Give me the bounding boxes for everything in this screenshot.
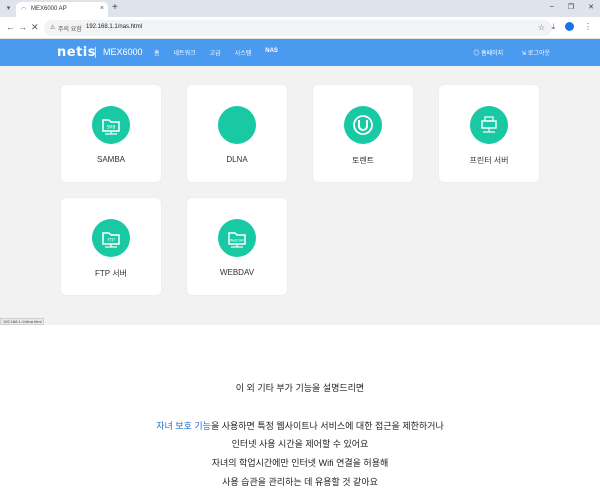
card-label: WEBDAV bbox=[219, 268, 255, 277]
new-tab-icon[interactable]: + bbox=[112, 2, 118, 13]
more-menu-icon[interactable]: ⋮ bbox=[584, 22, 592, 32]
security-label: 주의 요함 bbox=[58, 27, 82, 33]
nav-item-advanced[interactable]: 고급 bbox=[210, 48, 221, 57]
webdav-folder-icon: WebDAV bbox=[218, 219, 256, 257]
link-status-bar: 192.168.1.1/dlna.html bbox=[0, 318, 45, 325]
article-line-1: 이 외 기타 부가 기능을 설명드리면 bbox=[235, 383, 365, 393]
homepage-label: 홈페이지 bbox=[481, 51, 504, 57]
tab-title: MEX6000 AP bbox=[31, 6, 67, 12]
article-line-4: 자녀의 학업시간에만 인터넷 Wifi 연결을 허용해 bbox=[211, 458, 389, 468]
card-printer[interactable]: 프린터 서버 bbox=[439, 85, 539, 182]
logo-divider bbox=[95, 47, 96, 58]
ftp-folder-icon: FTP bbox=[92, 219, 130, 257]
dlna-icon bbox=[218, 106, 256, 144]
card-label: SAMBA bbox=[96, 155, 125, 164]
browser-toolbar: ← → ✕ ⚠ 주의 요함 192.168.1.1/nas.html ☆ ⤓ ⋮ bbox=[0, 17, 600, 39]
nav-item-nas[interactable]: NAS bbox=[265, 48, 278, 57]
router-page: netis MEX6000 홈 네트워크 고급 시스템 NAS ◎ 홈페이지 ⇲… bbox=[0, 39, 600, 325]
warning-icon: ⚠ bbox=[50, 25, 56, 31]
card-ftp[interactable]: FTP FTP 서버 bbox=[61, 198, 161, 295]
highlight-text: 자녀 보호 기능 bbox=[156, 421, 211, 431]
logout-icon: ⇲ bbox=[521, 51, 528, 57]
download-icon[interactable]: ⤓ bbox=[551, 22, 555, 32]
wifi-favicon-icon: ◠ bbox=[21, 7, 27, 13]
profile-avatar[interactable] bbox=[565, 22, 574, 31]
forward-icon[interactable]: → bbox=[18, 22, 27, 32]
tab-strip: ▾ ◠ MEX6000 AP × + – ❐ ✕ bbox=[0, 0, 600, 17]
tab-close-icon[interactable]: × bbox=[100, 5, 104, 12]
svg-text:SMB: SMB bbox=[107, 125, 116, 130]
card-label: FTP 서버 bbox=[95, 269, 127, 278]
browser-tab[interactable]: ◠ MEX6000 AP × bbox=[16, 2, 108, 17]
article-text: 이 외 기타 부가 기능을 설명드리면 자녀 보호 기능을 사용하면 특정 웹사… bbox=[0, 325, 600, 493]
homepage-link[interactable]: ◎ 홈페이지 bbox=[473, 48, 503, 57]
nav-item-system[interactable]: 시스템 bbox=[235, 48, 252, 57]
article-line-3: 인터넷 사용 시간을 제어할 수 있어요 bbox=[231, 439, 369, 449]
browser-window: ▾ ◠ MEX6000 AP × + – ❐ ✕ ← → ✕ ⚠ 주의 요함 1… bbox=[0, 0, 600, 325]
article-line-2: 자녀 보호 기능을 사용하면 특정 웹사이트나 서비스에 대한 접근을 제한하거… bbox=[0, 419, 600, 432]
logout-label: 로그아웃 bbox=[527, 51, 550, 57]
address-bar[interactable]: ⚠ 주의 요함 192.168.1.1/nas.html ☆ bbox=[44, 20, 552, 36]
svg-text:FTP: FTP bbox=[107, 238, 115, 243]
globe-icon: ◎ bbox=[473, 51, 482, 57]
restore-icon[interactable]: ❐ bbox=[568, 3, 574, 11]
minimize-icon[interactable]: – bbox=[550, 3, 554, 11]
card-label: 토렌트 bbox=[351, 156, 375, 165]
article-line-2-rest: 을 사용하면 특정 웹사이트나 서비스에 대한 접근을 제한하거나 bbox=[210, 421, 444, 431]
main-nav: 홈 네트워크 고급 시스템 NAS bbox=[154, 48, 278, 57]
card-torrent[interactable]: 토렌트 bbox=[313, 85, 413, 182]
nav-item-home[interactable]: 홈 bbox=[154, 48, 160, 57]
model-name: MEX6000 bbox=[103, 47, 143, 57]
logout-link[interactable]: ⇲ 로그아웃 bbox=[521, 48, 550, 57]
toolbar-actions: ⤓ ⋮ bbox=[551, 22, 592, 32]
router-header: netis MEX6000 홈 네트워크 고급 시스템 NAS ◎ 홈페이지 ⇲… bbox=[0, 39, 600, 66]
article-line-5: 사용 습관을 관리하는 데 유용할 것 같아요 bbox=[222, 477, 378, 487]
header-links: ◎ 홈페이지 ⇲ 로그아웃 bbox=[473, 48, 550, 57]
tab-search-icon[interactable]: ▾ bbox=[3, 3, 14, 14]
card-webdav[interactable]: WebDAV WEBDAV bbox=[187, 198, 287, 295]
samba-folder-icon: SMB bbox=[92, 106, 130, 144]
nav-item-network[interactable]: 네트워크 bbox=[174, 48, 196, 57]
svg-text:WebDAV: WebDAV bbox=[230, 239, 245, 243]
torrent-icon bbox=[344, 106, 382, 144]
printer-icon bbox=[470, 106, 508, 144]
url-text: 192.168.1.1/nas.html bbox=[86, 24, 143, 30]
card-label: DLNA bbox=[226, 155, 248, 164]
stop-icon[interactable]: ✕ bbox=[31, 22, 39, 33]
card-samba[interactable]: SMB SAMBA bbox=[61, 85, 161, 182]
netis-logo: netis bbox=[57, 45, 96, 60]
window-controls: – ❐ ✕ bbox=[550, 3, 594, 11]
card-dlna[interactable]: DLNA bbox=[187, 85, 287, 182]
back-icon[interactable]: ← bbox=[6, 22, 15, 32]
card-label: 프린터 서버 bbox=[469, 156, 509, 165]
close-window-icon[interactable]: ✕ bbox=[588, 3, 594, 11]
bookmark-star-icon[interactable]: ☆ bbox=[538, 23, 545, 32]
